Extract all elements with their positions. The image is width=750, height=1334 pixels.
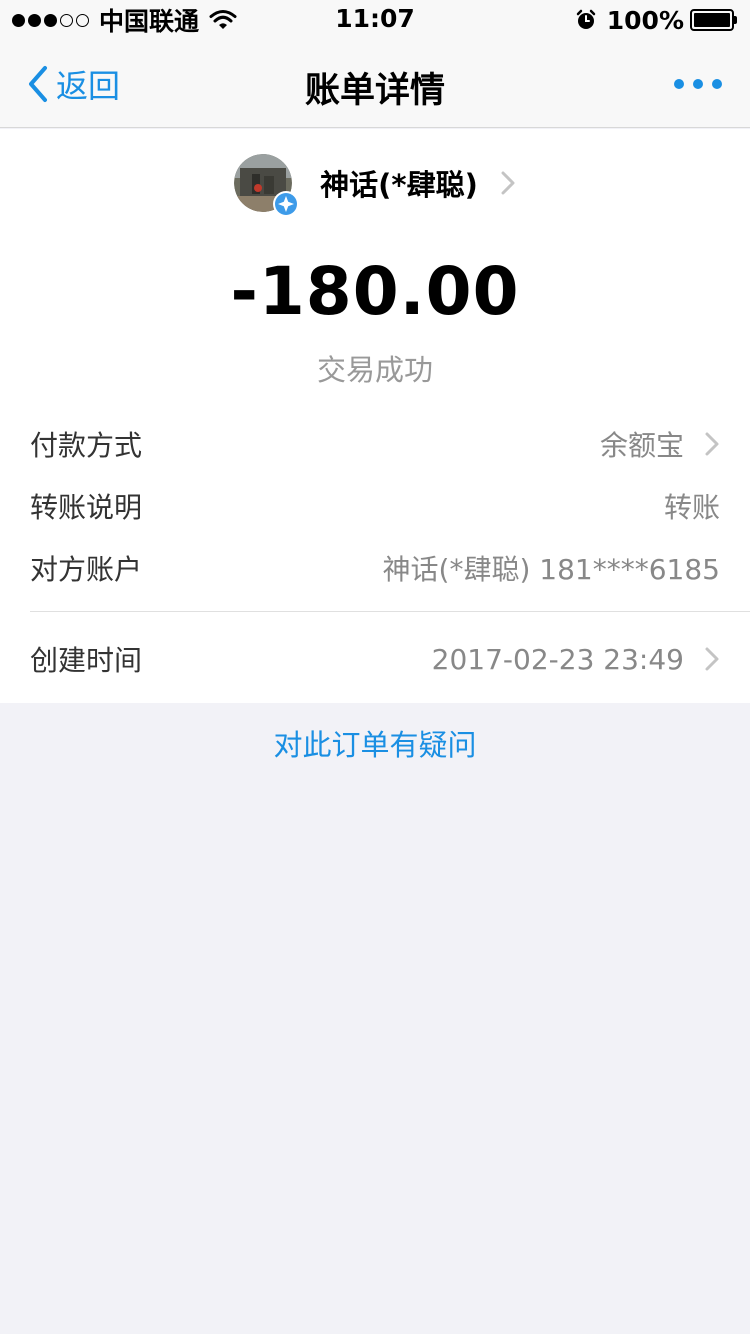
counterparty-value: 神话(*肆聪) 181****6185 <box>382 553 720 586</box>
more-button[interactable] <box>674 74 722 94</box>
battery-percent: 100% <box>606 5 684 35</box>
divider <box>30 611 750 612</box>
transfer-note-value: 转账 <box>663 491 720 524</box>
order-question-link[interactable]: 对此订单有疑问 <box>0 722 750 764</box>
verified-badge-icon <box>273 191 300 217</box>
payment-method-value-wrap: 余额宝 <box>600 424 720 464</box>
more-icon <box>712 79 722 89</box>
payment-method-label: 付款方式 <box>30 429 143 462</box>
chevron-right-icon <box>705 432 719 456</box>
counterparty-row: 对方账户 神话(*肆聪) 181****6185 <box>30 548 720 588</box>
chevron-right-icon <box>705 647 719 671</box>
status-right: 100% <box>575 5 738 35</box>
nav-bar: 返回 账单详情 <box>0 40 750 128</box>
battery-icon <box>690 9 738 31</box>
avatar-wrap <box>234 154 300 217</box>
created-time-label: 创建时间 <box>30 644 143 677</box>
bill-detail-screen: 中国联通 11:07 100% 返回 账单详情 神话(*肆聪) -180.00 … <box>0 0 750 1334</box>
created-time-row[interactable]: 创建时间 2017-02-23 23:49 <box>30 639 720 679</box>
counterparty-label: 对方账户 <box>30 553 143 586</box>
payee-row[interactable]: 神话(*肆聪) <box>0 151 750 217</box>
transaction-status: 交易成功 <box>316 353 433 387</box>
page-title: 账单详情 <box>304 71 445 111</box>
detail-card: 神话(*肆聪) -180.00 交易成功 付款方式 余额宝 转账说明 转账 对方… <box>0 129 750 703</box>
created-time-value-wrap: 2017-02-23 23:49 <box>432 643 720 676</box>
created-time-value: 2017-02-23 23:49 <box>431 642 684 676</box>
payee-name: 神话(*肆聪) <box>320 168 478 202</box>
transaction-amount: -180.00 <box>230 253 520 330</box>
chevron-right-icon <box>501 171 515 195</box>
payment-method-value: 余额宝 <box>599 429 684 462</box>
more-icon <box>693 79 703 89</box>
status-bar: 中国联通 11:07 100% <box>0 0 750 40</box>
more-icon <box>674 79 684 89</box>
payment-method-row[interactable]: 付款方式 余额宝 <box>30 424 720 464</box>
transfer-note-label: 转账说明 <box>30 491 143 524</box>
transfer-note-row: 转账说明 转账 <box>30 486 720 526</box>
alarm-icon <box>576 9 596 29</box>
